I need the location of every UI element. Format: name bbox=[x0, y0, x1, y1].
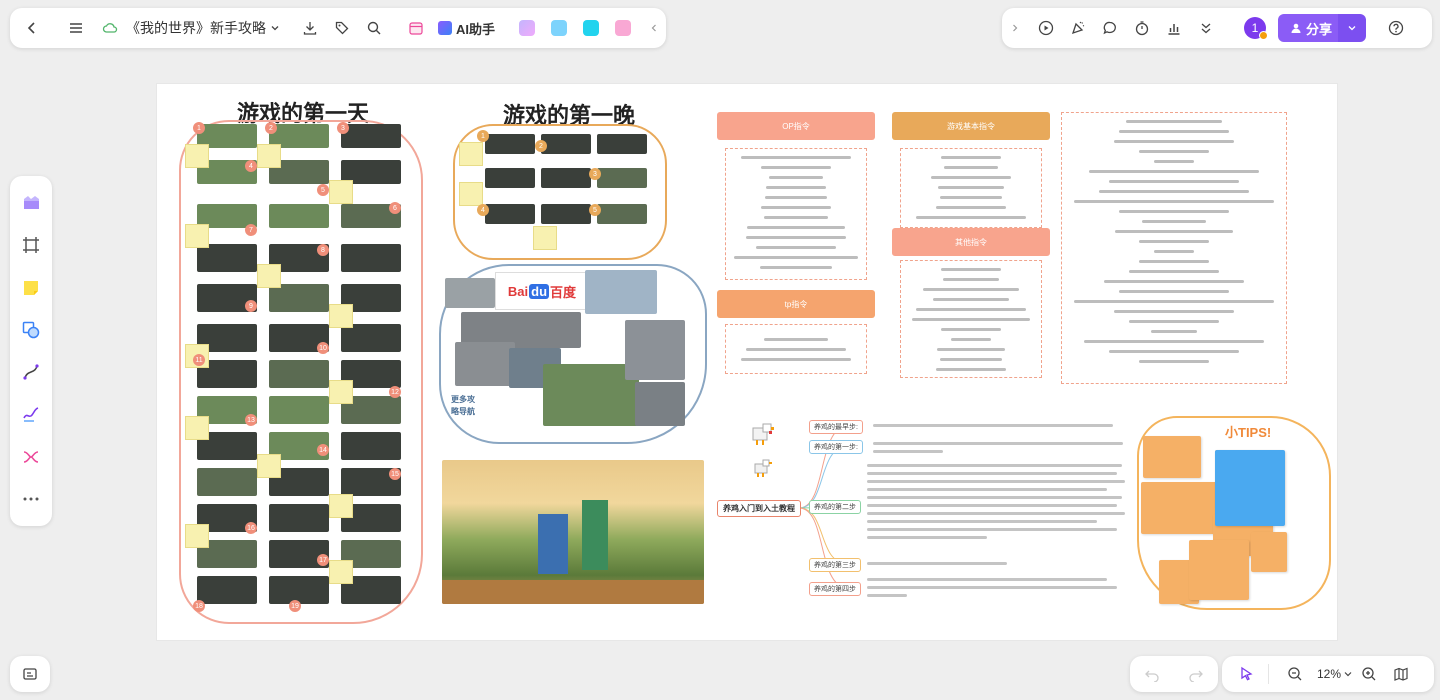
zoom-panel: 12% bbox=[1222, 656, 1434, 692]
minecraft-artwork[interactable] bbox=[442, 460, 704, 604]
op-header[interactable]: OP指令 bbox=[717, 112, 875, 140]
mindmap-text-1 bbox=[873, 442, 1123, 458]
sticky-note-icon[interactable] bbox=[11, 268, 51, 308]
basic-commands-box bbox=[900, 148, 1042, 228]
whiteboard-canvas[interactable]: 游戏的第一天 1 2 3 4 5 6 7 8 9 10 11 12 13 14 … bbox=[157, 84, 1337, 640]
chicken-icon bbox=[747, 422, 775, 446]
bottom-left-panel bbox=[10, 656, 50, 692]
plugin-flow-icon[interactable] bbox=[583, 20, 600, 36]
tip-note-8[interactable] bbox=[1251, 532, 1287, 572]
other-commands-box bbox=[900, 260, 1042, 378]
help-icon[interactable] bbox=[1380, 12, 1412, 44]
shape-icon[interactable] bbox=[11, 310, 51, 350]
tip-note-5[interactable] bbox=[1215, 450, 1285, 526]
menu-icon[interactable] bbox=[60, 12, 92, 44]
mindmap-icon[interactable] bbox=[11, 437, 51, 477]
chevron-down-icon[interactable] bbox=[270, 23, 280, 33]
top-right-toolbar: 1 分享 bbox=[1002, 8, 1432, 48]
mindmap-branch-3[interactable]: 养鸡的第三步 bbox=[809, 558, 861, 572]
calendar-plugin-icon[interactable] bbox=[400, 12, 432, 44]
tip-note-2[interactable] bbox=[1141, 482, 1221, 534]
plugin-p-icon[interactable] bbox=[551, 20, 568, 36]
expand-toolbar-icon[interactable] bbox=[1010, 23, 1020, 33]
document-title[interactable]: 《我的世界》新手攻略 bbox=[126, 18, 266, 38]
pen-icon[interactable] bbox=[11, 394, 51, 434]
cloud-icon bbox=[98, 12, 122, 44]
zoom-level[interactable]: 12% bbox=[1317, 667, 1341, 681]
ai-assistant-button[interactable]: AI助手 bbox=[438, 19, 495, 38]
undo-icon[interactable] bbox=[1144, 666, 1160, 682]
undo-redo-panel bbox=[1130, 656, 1218, 692]
templates-icon[interactable] bbox=[11, 183, 51, 223]
ai-logo-icon bbox=[438, 21, 452, 35]
zoom-dropdown-icon[interactable] bbox=[1343, 669, 1353, 679]
connector-icon[interactable] bbox=[11, 352, 51, 392]
chart-icon[interactable] bbox=[1158, 12, 1190, 44]
guides-collage[interactable]: Bai du 百度 更多攻略导航 bbox=[439, 264, 703, 440]
night-screenshots[interactable]: 1 2 3 4 5 bbox=[457, 130, 657, 252]
celebrate-icon[interactable] bbox=[1062, 12, 1094, 44]
mindmap-root-node[interactable]: 养鸡入门到入土教程 bbox=[717, 500, 801, 517]
search-icon[interactable] bbox=[358, 12, 390, 44]
tip-note-1[interactable] bbox=[1143, 436, 1201, 478]
redo-icon[interactable] bbox=[1188, 666, 1204, 682]
basic-commands-header[interactable]: 游戏基本指令 bbox=[892, 112, 1050, 140]
more-down-icon[interactable] bbox=[1190, 12, 1222, 44]
frame-icon[interactable] bbox=[11, 225, 51, 265]
chick-icon bbox=[751, 458, 773, 478]
tp-commands-box bbox=[725, 324, 867, 374]
other-commands-header[interactable]: 其他指令 bbox=[892, 228, 1050, 256]
mindmap-text-2 bbox=[867, 464, 1127, 544]
user-avatar[interactable]: 1 bbox=[1244, 17, 1268, 40]
tip-note-7[interactable] bbox=[1189, 540, 1249, 600]
tag-icon[interactable] bbox=[326, 12, 358, 44]
comment-icon[interactable] bbox=[1094, 12, 1126, 44]
zoom-out-icon[interactable] bbox=[1279, 658, 1311, 690]
tp-header[interactable]: tp指令 bbox=[717, 290, 875, 318]
download-icon[interactable] bbox=[294, 12, 326, 44]
mindmap-text-0 bbox=[873, 424, 1123, 432]
day-screenshots[interactable]: 1 2 3 4 5 6 7 8 9 10 11 12 13 14 15 16 1… bbox=[185, 122, 409, 614]
collapse-toolbar-icon[interactable] bbox=[649, 23, 659, 33]
share-button[interactable]: 分享 bbox=[1278, 14, 1345, 42]
mindmap-branch-2[interactable]: 养鸡的第二步 bbox=[809, 500, 861, 514]
back-icon[interactable] bbox=[16, 12, 48, 44]
top-left-toolbar: 《我的世界》新手攻略 AI助手 bbox=[10, 8, 666, 48]
more-tools-icon[interactable] bbox=[11, 479, 51, 519]
op-commands-box bbox=[725, 148, 867, 280]
user-share-icon bbox=[1291, 23, 1301, 33]
baidu-card[interactable]: Bai du 百度 bbox=[495, 272, 589, 310]
map-icon[interactable] bbox=[1385, 658, 1417, 690]
mindmap-branch-1[interactable]: 养鸡的第一步: bbox=[809, 440, 863, 454]
mindmap-text-4 bbox=[867, 578, 1117, 602]
share-dropdown-button[interactable] bbox=[1338, 14, 1367, 42]
minimap-icon[interactable] bbox=[22, 666, 38, 682]
select-cursor-icon[interactable] bbox=[1230, 658, 1262, 690]
mindmap-branch-0[interactable]: 养鸡的最早步: bbox=[809, 420, 863, 434]
mindmap-text-3 bbox=[867, 562, 1117, 570]
tips-title[interactable]: 小TIPS! bbox=[1225, 422, 1271, 441]
plugin-shape-icon[interactable] bbox=[519, 20, 536, 36]
timer-icon[interactable] bbox=[1126, 12, 1158, 44]
play-icon[interactable] bbox=[1030, 12, 1062, 44]
plugin-heart-icon[interactable] bbox=[615, 20, 632, 36]
left-tool-panel bbox=[10, 176, 52, 526]
mindmap-branch-4[interactable]: 养鸡的第四步 bbox=[809, 582, 861, 596]
misc-commands-box bbox=[1061, 112, 1287, 384]
zoom-in-icon[interactable] bbox=[1353, 658, 1385, 690]
more-guides-label[interactable]: 更多攻略导航 bbox=[451, 394, 477, 418]
